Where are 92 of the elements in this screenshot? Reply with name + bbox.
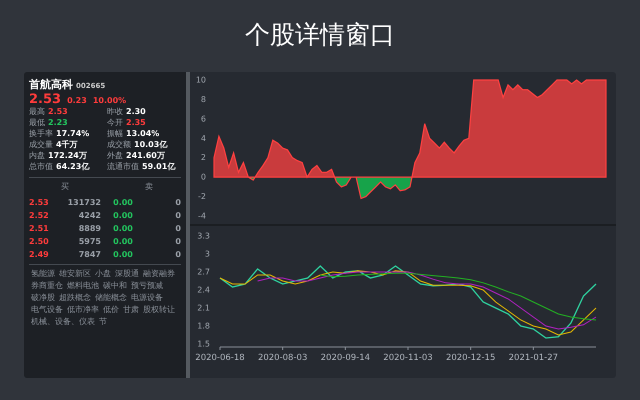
axis-label: 3 <box>204 250 210 258</box>
concept-tag: 储能概念 <box>95 292 127 303</box>
ask-price: 0.00 <box>112 250 134 259</box>
concept-tag: 股权转让 <box>143 304 175 315</box>
axis-label: -2 <box>198 192 206 202</box>
bid-price: 2.51 <box>29 224 50 233</box>
stat-label: 换手率 <box>29 129 53 139</box>
axis-label: 0 <box>200 172 206 182</box>
concept-tag: 机械、设备、仪表 <box>31 316 95 327</box>
bid-price: 2.53 <box>29 198 50 207</box>
stat-label: 最低 <box>29 118 45 128</box>
concept-tag: 燃料电池 <box>67 280 99 291</box>
axis-label: 10 <box>196 76 206 84</box>
axis-label: 2020-12-15 <box>446 353 496 363</box>
bid-volume: 131732 <box>66 198 101 207</box>
bid-volume: 7847 <box>78 250 101 259</box>
concept-tag: 破净股 <box>31 292 55 303</box>
concept-tag: 电气设备 <box>31 304 63 315</box>
concept-tag: 融资融券 <box>143 268 175 279</box>
stat-value: 17.74% <box>56 129 90 139</box>
stat-value: 2.35 <box>126 118 146 128</box>
ask-price: 0.00 <box>112 224 134 233</box>
ask-volume: 0 <box>174 198 181 207</box>
concept-tag: 节 <box>99 316 107 327</box>
stat-value: 2.53 <box>48 107 68 117</box>
axis-label: 2.7 <box>197 268 210 276</box>
axis-label: 4 <box>200 134 206 143</box>
stat-label: 流通市值 <box>107 162 139 172</box>
bid-price: 2.49 <box>29 250 50 259</box>
axis-label: 2 <box>200 153 206 162</box>
stat-label: 成交量 <box>29 140 53 150</box>
axis-label: 2.4 <box>197 286 210 294</box>
stat-value: 172.24万 <box>48 151 87 161</box>
buy-header: 买 <box>61 181 70 193</box>
bid-price: 2.52 <box>29 211 50 220</box>
price-change: 0.23 <box>67 96 87 105</box>
stat-value: 64.23亿 <box>56 162 90 172</box>
axis-label: 2020-09-14 <box>320 353 370 363</box>
concept-tag: 氢能源 <box>31 268 55 279</box>
stock-price: 2.53 <box>29 92 62 107</box>
axis-label: 3.3 <box>197 232 210 240</box>
concept-tag: 甘肃 <box>123 304 139 315</box>
concept-tag: 碳中和 <box>103 280 127 291</box>
axis-label: 8 <box>200 94 206 104</box>
stat-label: 总市值 <box>29 162 53 172</box>
axis-label: -4 <box>198 212 206 220</box>
axis-label: 6 <box>200 114 206 124</box>
bid-volume: 5975 <box>78 237 101 246</box>
bid-volume: 8889 <box>78 224 101 233</box>
concept-tag: 低市净率 <box>67 304 99 315</box>
stat-value: 2.23 <box>48 118 68 128</box>
ask-price: 0.00 <box>112 237 134 246</box>
stat-value: 10.03亿 <box>134 140 168 150</box>
stat-label: 成交额 <box>107 140 131 150</box>
window-title: 个股详情窗口 <box>245 19 395 51</box>
axis-label: 2021-01-27 <box>508 353 558 363</box>
ask-price: 0.00 <box>112 198 134 207</box>
axis-label: 2.1 <box>197 304 210 312</box>
concept-tag: 券商重仓 <box>31 280 63 291</box>
stat-label: 最高 <box>29 107 45 117</box>
ask-volume: 0 <box>174 211 181 220</box>
axis-label: 2020-06-18 <box>195 353 245 363</box>
axis-label: 1.8 <box>197 322 210 330</box>
ask-volume: 0 <box>174 237 181 246</box>
bid-volume: 4242 <box>78 211 101 220</box>
change-percent: 10.00% <box>92 96 126 105</box>
stat-label: 今开 <box>107 118 123 128</box>
stat-label: 外盘 <box>107 151 123 161</box>
stat-value: 59.01亿 <box>142 162 176 172</box>
axis-label: 2020-11-03 <box>383 353 433 363</box>
concept-tag: 深股通 <box>115 268 139 279</box>
concept-tag: 雄安新区 <box>59 268 91 279</box>
stat-value: 13.04% <box>126 129 160 139</box>
stat-value: 2.30 <box>126 107 146 117</box>
stat-value: 241.60万 <box>126 151 165 161</box>
stat-label: 内盘 <box>29 151 45 161</box>
stock-name: 首航高科 <box>29 77 73 92</box>
sell-header: 卖 <box>145 181 154 193</box>
bid-price: 2.50 <box>29 237 50 246</box>
stat-value: 4千万 <box>56 140 78 150</box>
concept-tag: 预亏预减 <box>131 280 163 291</box>
concept-tag: 电源设备 <box>131 292 163 303</box>
axis-label: 2020-08-03 <box>258 353 308 363</box>
axis-label: 1.5 <box>197 340 210 348</box>
stat-label: 振幅 <box>107 129 123 139</box>
concept-tag: 小盘 <box>95 268 111 279</box>
ask-volume: 0 <box>174 224 181 233</box>
ask-volume: 0 <box>174 250 181 259</box>
stat-label: 昨收 <box>107 107 123 117</box>
concept-tag: 低价 <box>103 304 119 315</box>
ask-price: 0.00 <box>112 211 134 220</box>
concept-tag: 超跌概念 <box>59 292 91 303</box>
